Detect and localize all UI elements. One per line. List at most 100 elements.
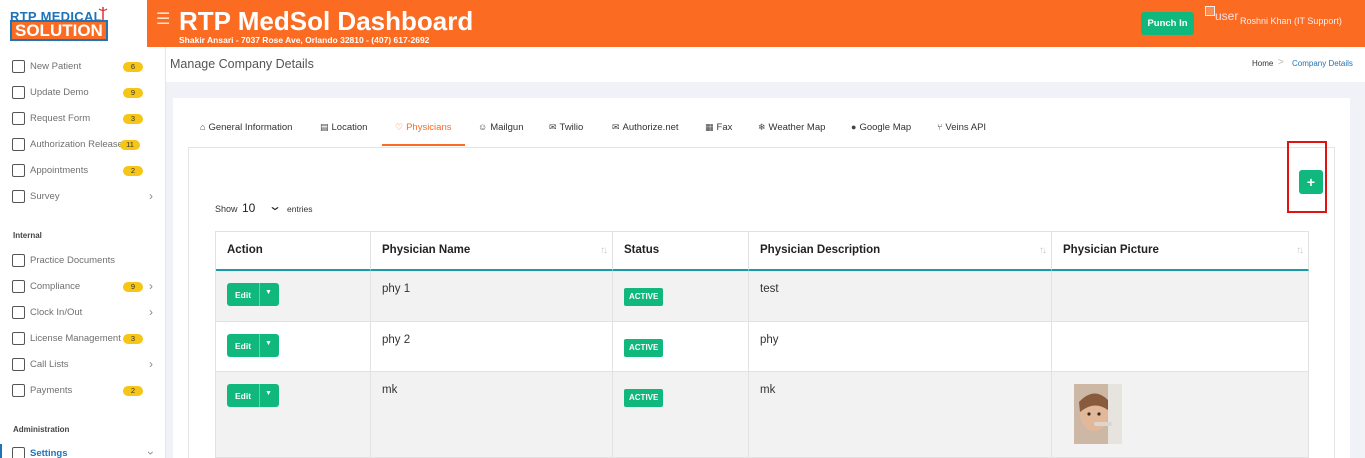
envelope-icon: ✉ [612,122,620,132]
sidebar-item-label: Request Form [30,113,91,124]
tab-label: Location [331,122,368,133]
sidebar-item-call-lists[interactable]: Call Lists › [0,355,166,375]
sort-icon[interactable]: ↑↓ [600,245,608,256]
company-address: Shakir Ansari - 7037 Rose Ave, Orlando 3… [179,35,430,45]
sidebar: New Patient 6 Update Demo 9 Request Form 3 Aut… [0,47,166,458]
tab-label: Veins API [945,122,987,133]
chevron-down-icon[interactable]: ⌄ [268,199,282,213]
column-header-label: Physician Description [760,244,881,256]
tab-mailgun[interactable]: ☺ Mailgun [478,122,523,133]
tab-location[interactable]: ▤ Location [320,122,367,133]
column-header-physician-name[interactable]: Physician Name ↑↓ [371,231,613,271]
sidebar-item-payments[interactable]: Payments 2 [0,381,166,401]
show-label: Show [215,204,238,214]
tab-weather-map[interactable]: ❄ Weather Map [758,122,825,133]
column-header-physician-description[interactable]: Physician Description ↑↓ [749,231,1052,271]
sidebar-item-clock-in-out[interactable]: Clock In/Out › [0,303,166,323]
form-icon [12,112,25,125]
tab-label: Authorize.net [622,122,679,133]
physician-name: phy 2 [382,334,411,346]
sidebar-item-license-management[interactable]: License Management 3 [0,329,166,349]
physician-name-cell: mk [371,372,613,457]
physician-description: mk [760,384,776,396]
tab-google-map[interactable]: ● Google Map [851,122,911,133]
sidebar-item-request-form[interactable]: Request Form 3 [0,109,166,129]
tab-label: Mailgun [490,122,524,133]
tab-twilio[interactable]: ✉ Twilio [549,122,583,133]
user-name[interactable]: Roshni Khan (IT Support) [1240,16,1342,26]
table-row: Edit ▼ phy 2 ACTIVE phy [216,322,1309,372]
tab-veins-api[interactable]: ⑂ Veins API [937,122,986,133]
sort-icon[interactable]: ↑↓ [1296,245,1304,256]
column-header-status[interactable]: Status [613,231,749,271]
sort-icon[interactable]: ↑↓ [1039,245,1047,256]
logo[interactable]: RTP MEDICAL SOLUTION [0,0,147,47]
count-badge: 2 [123,386,143,396]
sidebar-item-label: Update Demo [30,87,89,98]
sidebar-item-compliance[interactable]: Compliance 9 › [0,277,166,297]
calendar-icon [12,164,25,177]
breadcrumb-home[interactable]: Home [1252,59,1273,68]
sidebar-item-update-demo[interactable]: Update Demo 9 [0,83,166,103]
heart-icon: ♡ [395,122,404,132]
sidebar-item-appointments[interactable]: Appointments 2 [0,161,166,181]
column-header-physician-picture[interactable]: Physician Picture ↑↓ [1052,231,1309,271]
sidebar-item-new-patient[interactable]: New Patient 6 [0,57,166,77]
tab-label: Physicians [406,122,452,133]
count-badge: 9 [123,88,143,98]
caret-down-icon[interactable]: ▼ [265,289,272,296]
physician-name: mk [382,384,398,396]
count-badge: 3 [123,334,143,344]
sidebar-item-practice-documents[interactable]: Practice Documents [0,251,166,271]
company-details-card: ⌂ General Information ▤ Location ♡ Physicians… [173,98,1350,458]
tab-authorize-net[interactable]: ✉ Authorize.net [612,122,679,133]
page-header: Manage Company Details Home > Company De… [166,47,1365,82]
physician-name-cell: phy 2 [371,322,613,371]
user-avatar-alt[interactable]: user [1215,9,1238,23]
description-cell: test [749,271,1052,321]
sidebar-item-label: License Management [30,333,121,344]
tab-fax[interactable]: ▦ Fax [705,122,732,133]
punch-in-button[interactable]: Punch In [1141,12,1194,35]
tab-physicians[interactable]: ♡ Physicians [395,122,452,133]
active-indicator [0,444,2,458]
edit-button[interactable]: Edit ▼ [227,334,279,357]
sidebar-item-survey[interactable]: Survey › [0,187,166,207]
sidebar-item-settings[interactable]: Settings › [0,444,166,458]
chevron-right-icon: › [149,279,153,293]
tab-general-information[interactable]: ⌂ General Information [200,122,292,133]
action-cell: Edit ▼ [216,271,371,321]
user-icon: ☺ [478,122,488,132]
count-badge: 9 [123,282,143,292]
count-badge: 11 [120,140,140,150]
count-badge: 6 [123,62,143,72]
clipboard-icon [12,60,25,73]
edit-button[interactable]: Edit ▼ [227,283,279,306]
description-cell: phy [749,322,1052,371]
sidebar-item-authorization-release[interactable]: Authorization Release 11 [0,135,166,155]
column-header-label: Status [624,244,660,256]
caret-down-icon[interactable]: ▼ [265,340,272,347]
branch-icon: ⑂ [937,122,943,132]
highlight-box [1287,141,1327,213]
entries-select[interactable]: 10 [242,201,255,215]
sidebar-item-label: Payments [30,385,73,396]
column-header-label: Physician Name [382,244,471,256]
edit-label: Edit [235,391,252,401]
top-bar: RTP MEDICAL SOLUTION ☰ RTP MedSol Dashbo… [0,0,1365,47]
column-header-action[interactable]: Action [216,231,371,271]
breadcrumb-separator-icon: > [1278,57,1284,68]
sidebar-item-label: Settings [30,448,68,458]
caret-down-icon[interactable]: ▼ [265,390,272,397]
edit-button[interactable]: Edit ▼ [227,384,279,407]
pin-icon: ● [851,122,857,132]
status-cell: ACTIVE [613,271,749,321]
chevron-right-icon: › [149,189,153,203]
physician-description: test [760,283,779,295]
user-avatar-icon[interactable] [1205,6,1215,16]
menu-toggle-icon[interactable]: ☰ [156,12,170,28]
documents-icon [12,254,25,267]
edit-label: Edit [235,290,252,300]
snowflake-icon: ❄ [758,122,766,132]
home-icon: ⌂ [200,122,206,132]
